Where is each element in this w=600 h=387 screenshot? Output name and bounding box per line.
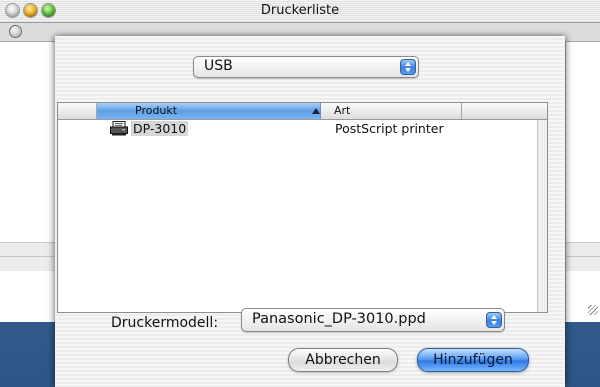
updown-arrows-icon [400,59,416,75]
printer-model-label: Druckermodell: [111,315,219,331]
printer-list-window: Druckerliste USB Produkt Art DP-3010 Pos… [0,0,600,387]
table-header: Produkt Art [58,103,547,120]
printer-model-value: Panasonic_DP-3010.ppd [252,311,426,327]
background-window-button-icon[interactable] [10,26,21,37]
connection-type-popup[interactable]: USB [193,56,419,78]
printer-type-cell: PostScript printer [335,121,444,136]
column-header-art-label: Art [334,104,351,117]
resize-grip-icon[interactable] [588,305,598,315]
column-header-blank[interactable] [58,103,97,119]
updown-arrows-icon [486,312,502,328]
window-title: Druckerliste [260,3,340,18]
printer-icon [110,121,128,136]
background-window-left [0,42,56,322]
printer-name-cell: DP-3010 [131,121,189,136]
cancel-button[interactable]: Abbrechen [288,348,398,372]
printer-model-popup[interactable]: Panasonic_DP-3010.ppd [241,308,505,332]
table-row[interactable]: DP-3010 PostScript printer [58,120,538,138]
printer-table: Produkt Art DP-3010 PostScript printer [57,102,548,313]
title-bar[interactable]: Druckerliste [0,0,600,23]
connection-type-value: USB [204,58,233,74]
add-button[interactable]: Hinzufügen [417,348,529,372]
background-window-right [565,42,600,322]
column-header-produkt-label: Produkt [135,104,178,117]
column-header-filler [463,103,547,119]
column-header-art[interactable]: Art [322,103,462,119]
sort-ascending-icon [312,108,320,114]
add-printer-sheet: USB Produkt Art DP-3010 PostScript print… [55,36,565,387]
column-header-produkt[interactable]: Produkt [97,103,321,119]
table-scrollbar[interactable] [537,120,547,312]
